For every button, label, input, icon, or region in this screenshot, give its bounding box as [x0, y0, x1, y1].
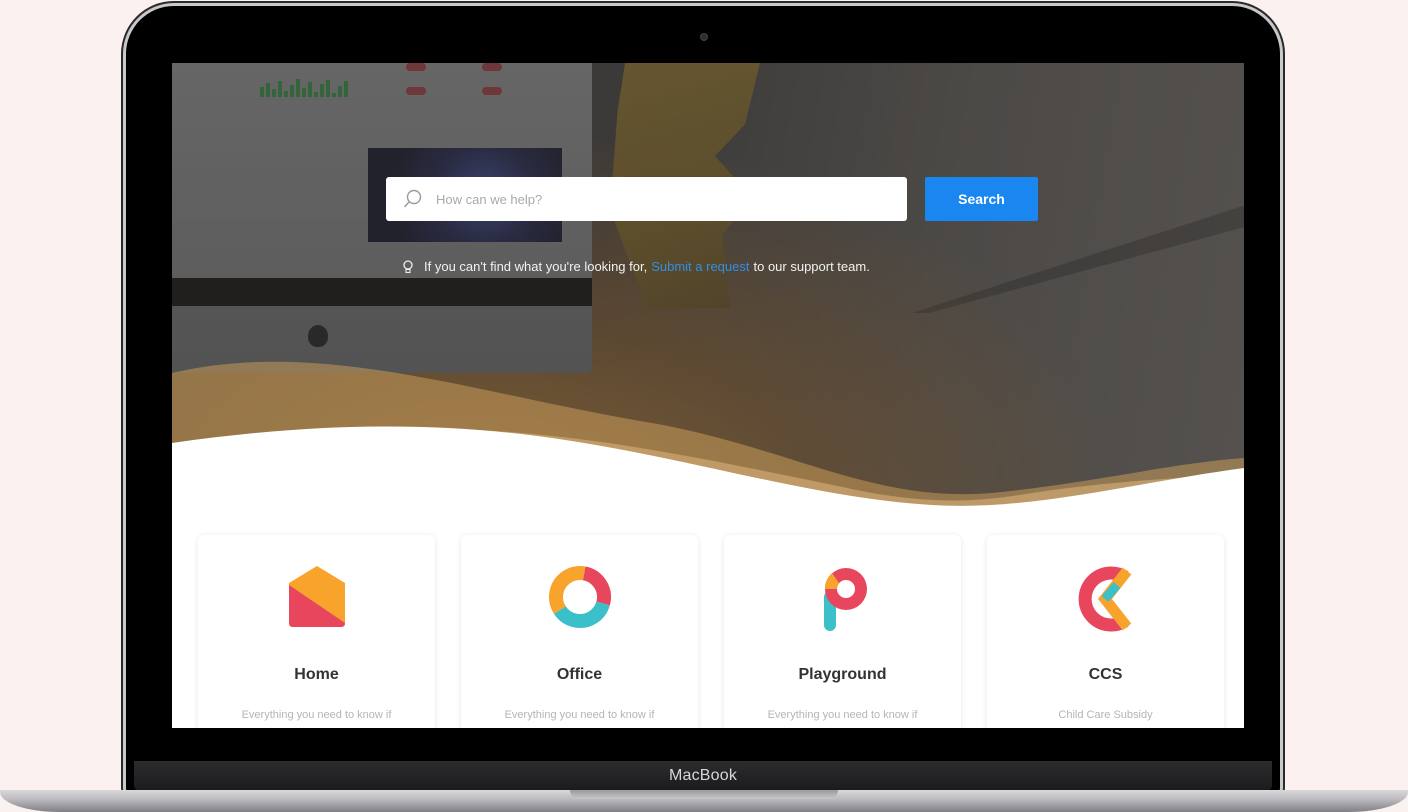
screen: Search If you can't find what you're loo… — [172, 63, 1244, 728]
office-icon — [549, 566, 611, 628]
card-title: Home — [294, 666, 339, 683]
home-icon — [289, 566, 345, 627]
search-box[interactable] — [386, 177, 907, 221]
card-playground[interactable]: Playground Everything you need to know i… — [724, 535, 961, 728]
camera-icon — [700, 33, 708, 41]
hero-banner: Search If you can't find what you're loo… — [172, 63, 1244, 533]
card-description: Everything you need to know if — [241, 709, 392, 721]
laptop-chin: MacBook — [134, 761, 1272, 791]
help-text-suffix: to our support team. — [753, 259, 870, 274]
search-input[interactable] — [434, 190, 907, 208]
help-text-prefix: If you can't find what you're looking fo… — [424, 259, 648, 274]
card-title: CCS — [1088, 666, 1123, 683]
card-description: Everything you need to know if — [504, 709, 655, 721]
card-home[interactable]: Home Everything you need to know if — [198, 535, 435, 728]
card-description: Everything you need to know if — [767, 709, 918, 721]
card-description: Child Care Subsidy — [1058, 709, 1153, 721]
category-cards: Home Everything you need to know if Offi… — [198, 535, 1224, 728]
lightbulb-icon — [403, 259, 413, 273]
card-title: Office — [556, 666, 603, 683]
ccs-icon — [1078, 566, 1132, 632]
card-office[interactable]: Office Everything you need to know if — [461, 535, 698, 728]
search-button[interactable]: Search — [925, 177, 1038, 221]
laptop-base — [0, 790, 1408, 812]
help-text: If you can't find what you're looking fo… — [402, 259, 870, 274]
hero-wave — [172, 361, 1244, 533]
submit-request-link[interactable]: Submit a request — [651, 259, 749, 274]
card-ccs[interactable]: CCS Child Care Subsidy — [987, 535, 1224, 728]
device-label: MacBook — [668, 767, 738, 784]
card-title: Playground — [798, 666, 887, 683]
playground-icon — [824, 568, 867, 631]
search-icon — [403, 189, 422, 208]
